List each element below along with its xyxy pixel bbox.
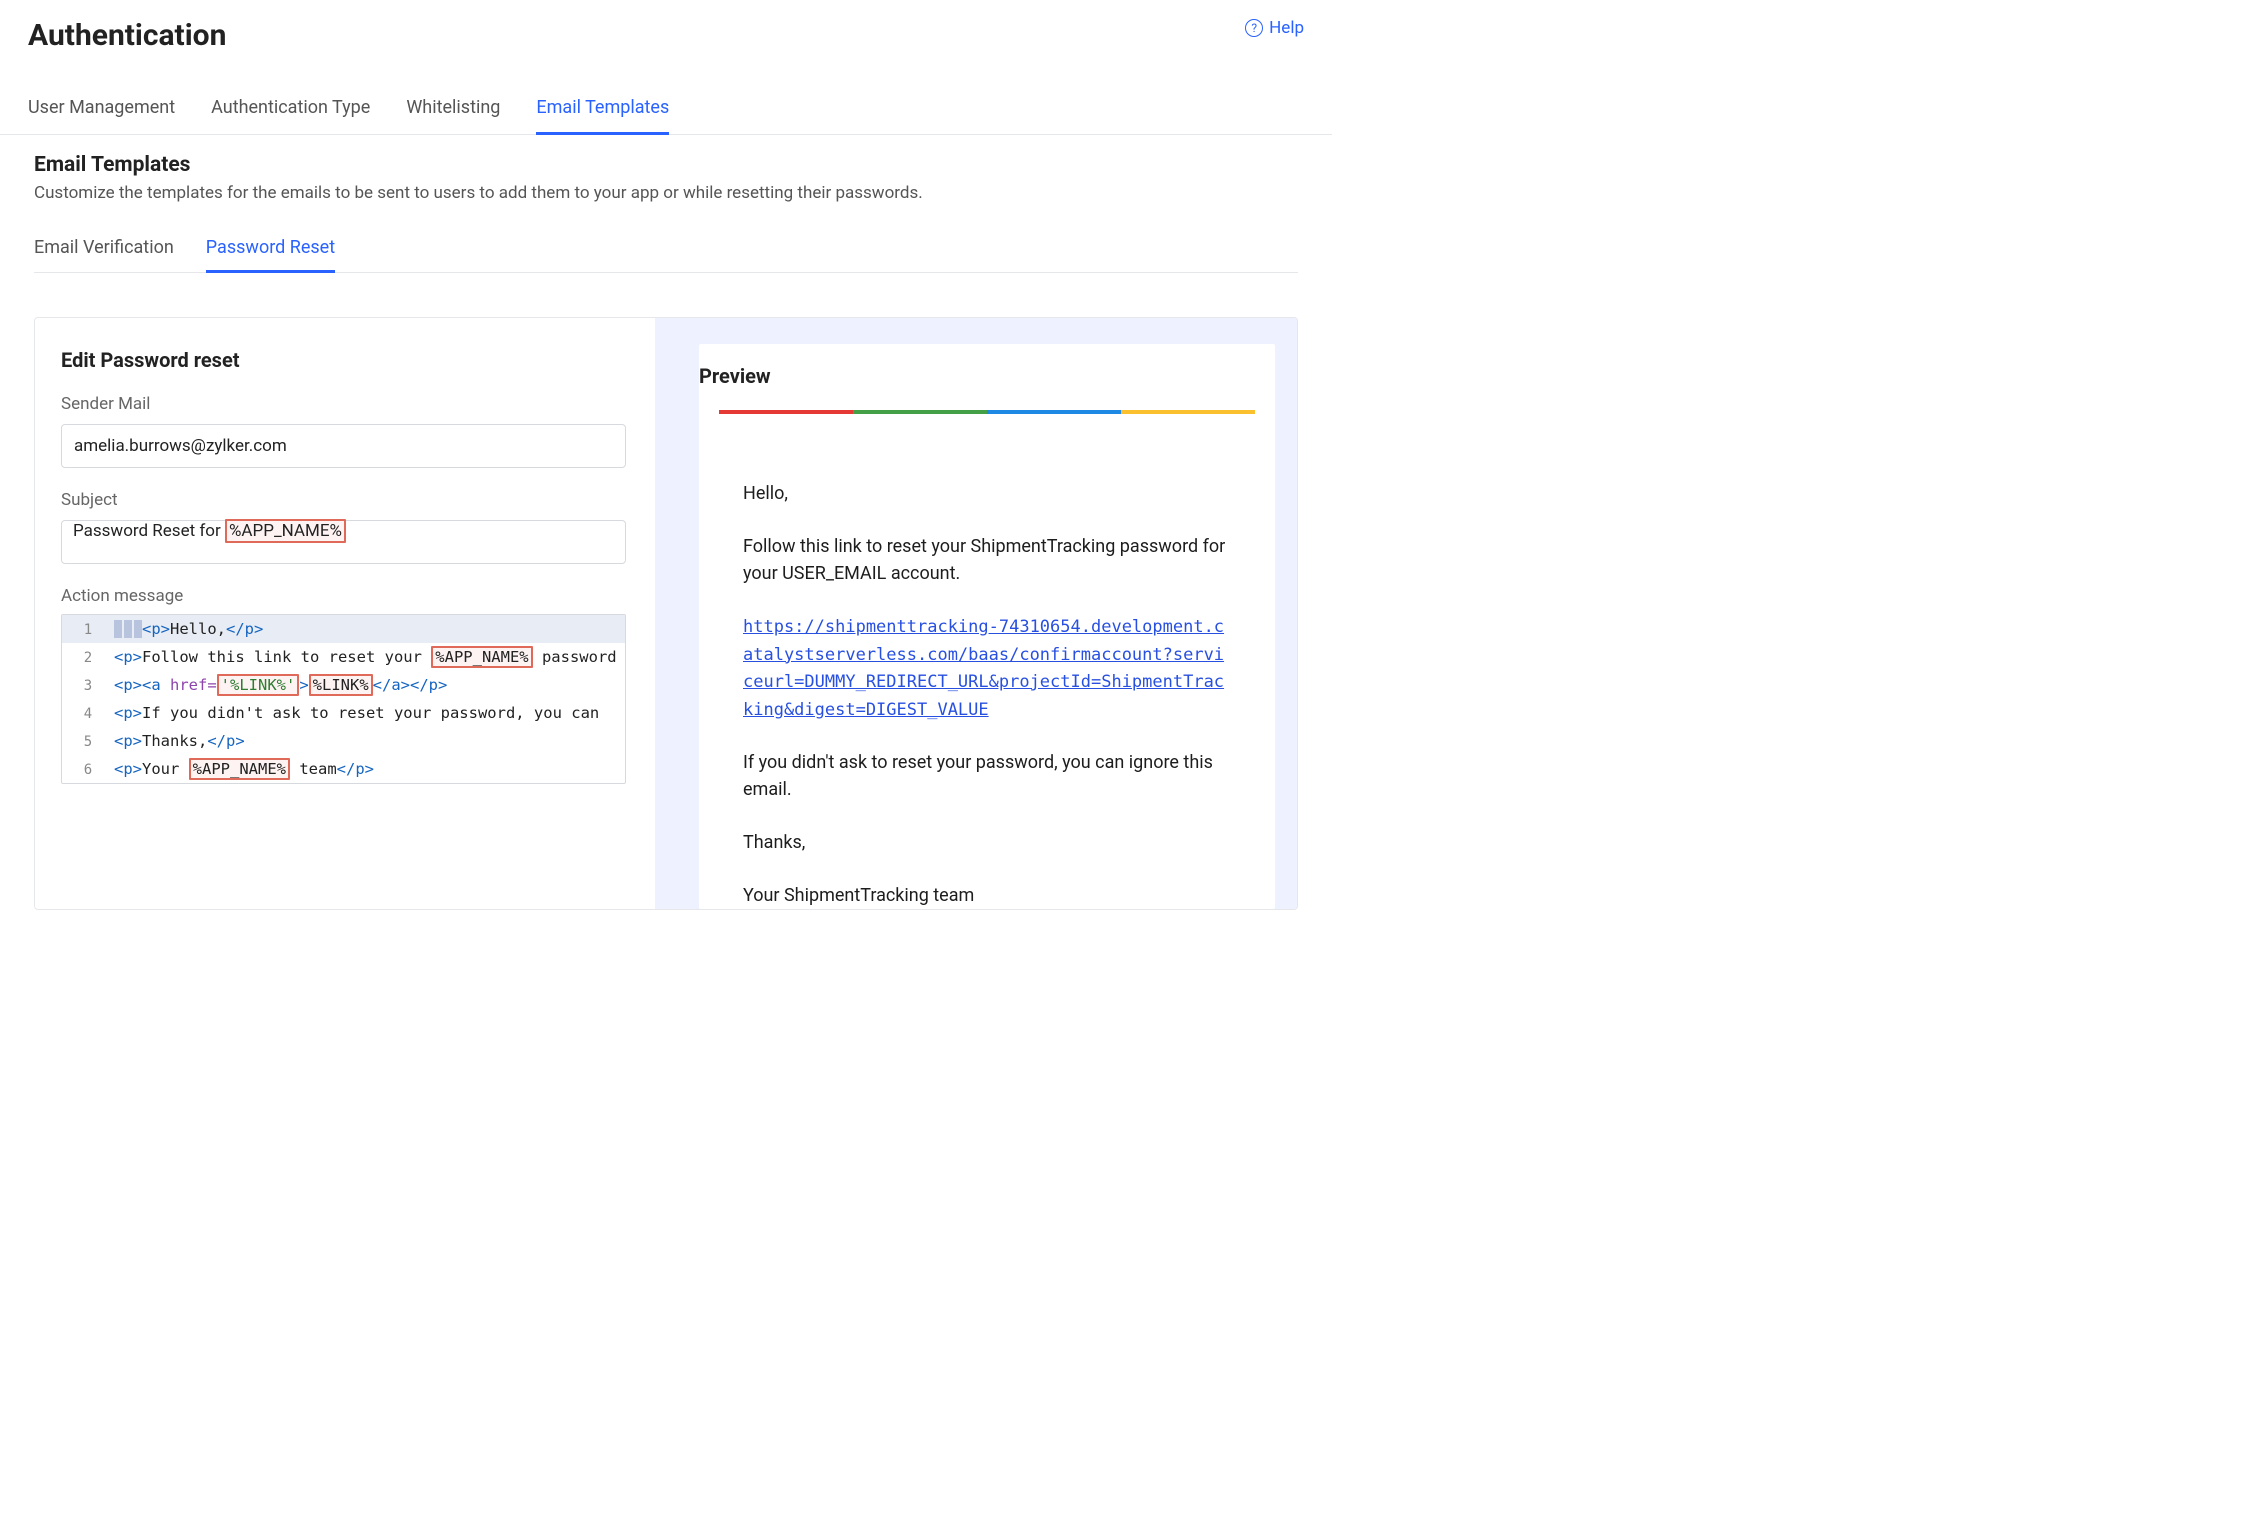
edit-title: Edit Password reset [61,348,629,372]
line-number: 3 [62,673,114,699]
code-line[interactable]: 1 <p>Hello,</p> [62,615,625,643]
section-description: Customize the templates for the emails t… [34,183,1298,203]
preview-reset-link[interactable]: https://shipmenttracking-74310654.develo… [743,617,1224,720]
preview-color-bar [719,410,1255,414]
code-line[interactable]: 4 <p>If you didn't ask to reset your pas… [62,699,625,727]
line-number: 5 [62,729,114,755]
preview-body-text: Follow this link to reset your ShipmentT… [743,533,1231,587]
preview-title: Preview [699,364,1275,388]
token-link: %LINK% [309,674,373,696]
sender-mail-input[interactable] [61,424,626,468]
subject-input[interactable] [61,520,626,564]
token-app-name: %APP_NAME% [189,758,290,780]
preview-ignore-text: If you didn't ask to reset your password… [743,749,1231,803]
help-label: Help [1269,18,1304,38]
tab-authentication-type[interactable]: Authentication Type [211,97,370,135]
action-message-editor[interactable]: 1 <p>Hello,</p> 2 <p>Follow this link to… [61,614,626,784]
code-line[interactable]: 6 <p>Your %APP_NAME% team</p> [62,755,625,783]
token-link: '%LINK%' [217,674,300,696]
preview-signoff: Your ShipmentTracking team [743,882,1231,909]
tab-whitelisting[interactable]: Whitelisting [406,97,500,135]
action-message-label: Action message [61,586,629,606]
preview-card: Hello, Follow this link to reset your Sh… [699,410,1275,909]
tab-email-templates[interactable]: Email Templates [536,97,669,135]
line-number: 4 [62,701,114,727]
preview-greeting: Hello, [743,480,1231,507]
code-line[interactable]: 5 <p>Thanks,</p> [62,727,625,755]
page-title: Authentication [28,18,226,53]
preview-thanks: Thanks, [743,829,1231,856]
code-line[interactable]: 2 <p>Follow this link to reset your %APP… [62,643,625,671]
line-number: 2 [62,645,114,671]
subject-label: Subject [61,490,629,510]
subtab-password-reset[interactable]: Password Reset [206,237,335,273]
line-number: 1 [62,617,114,643]
token-app-name: %APP_NAME% [431,646,532,668]
code-line[interactable]: 3 <p><a href='%LINK%'>%LINK%</a></p> [62,671,625,699]
line-number: 6 [62,757,114,783]
sender-mail-label: Sender Mail [61,394,629,414]
section-title: Email Templates [34,153,1298,177]
subtab-email-verification[interactable]: Email Verification [34,237,174,273]
primary-tabs: User Management Authentication Type Whit… [0,97,1332,135]
help-link[interactable]: ? Help [1245,18,1304,38]
help-icon: ? [1245,19,1263,37]
tab-user-management[interactable]: User Management [28,97,175,135]
secondary-tabs: Email Verification Password Reset [34,237,1298,273]
